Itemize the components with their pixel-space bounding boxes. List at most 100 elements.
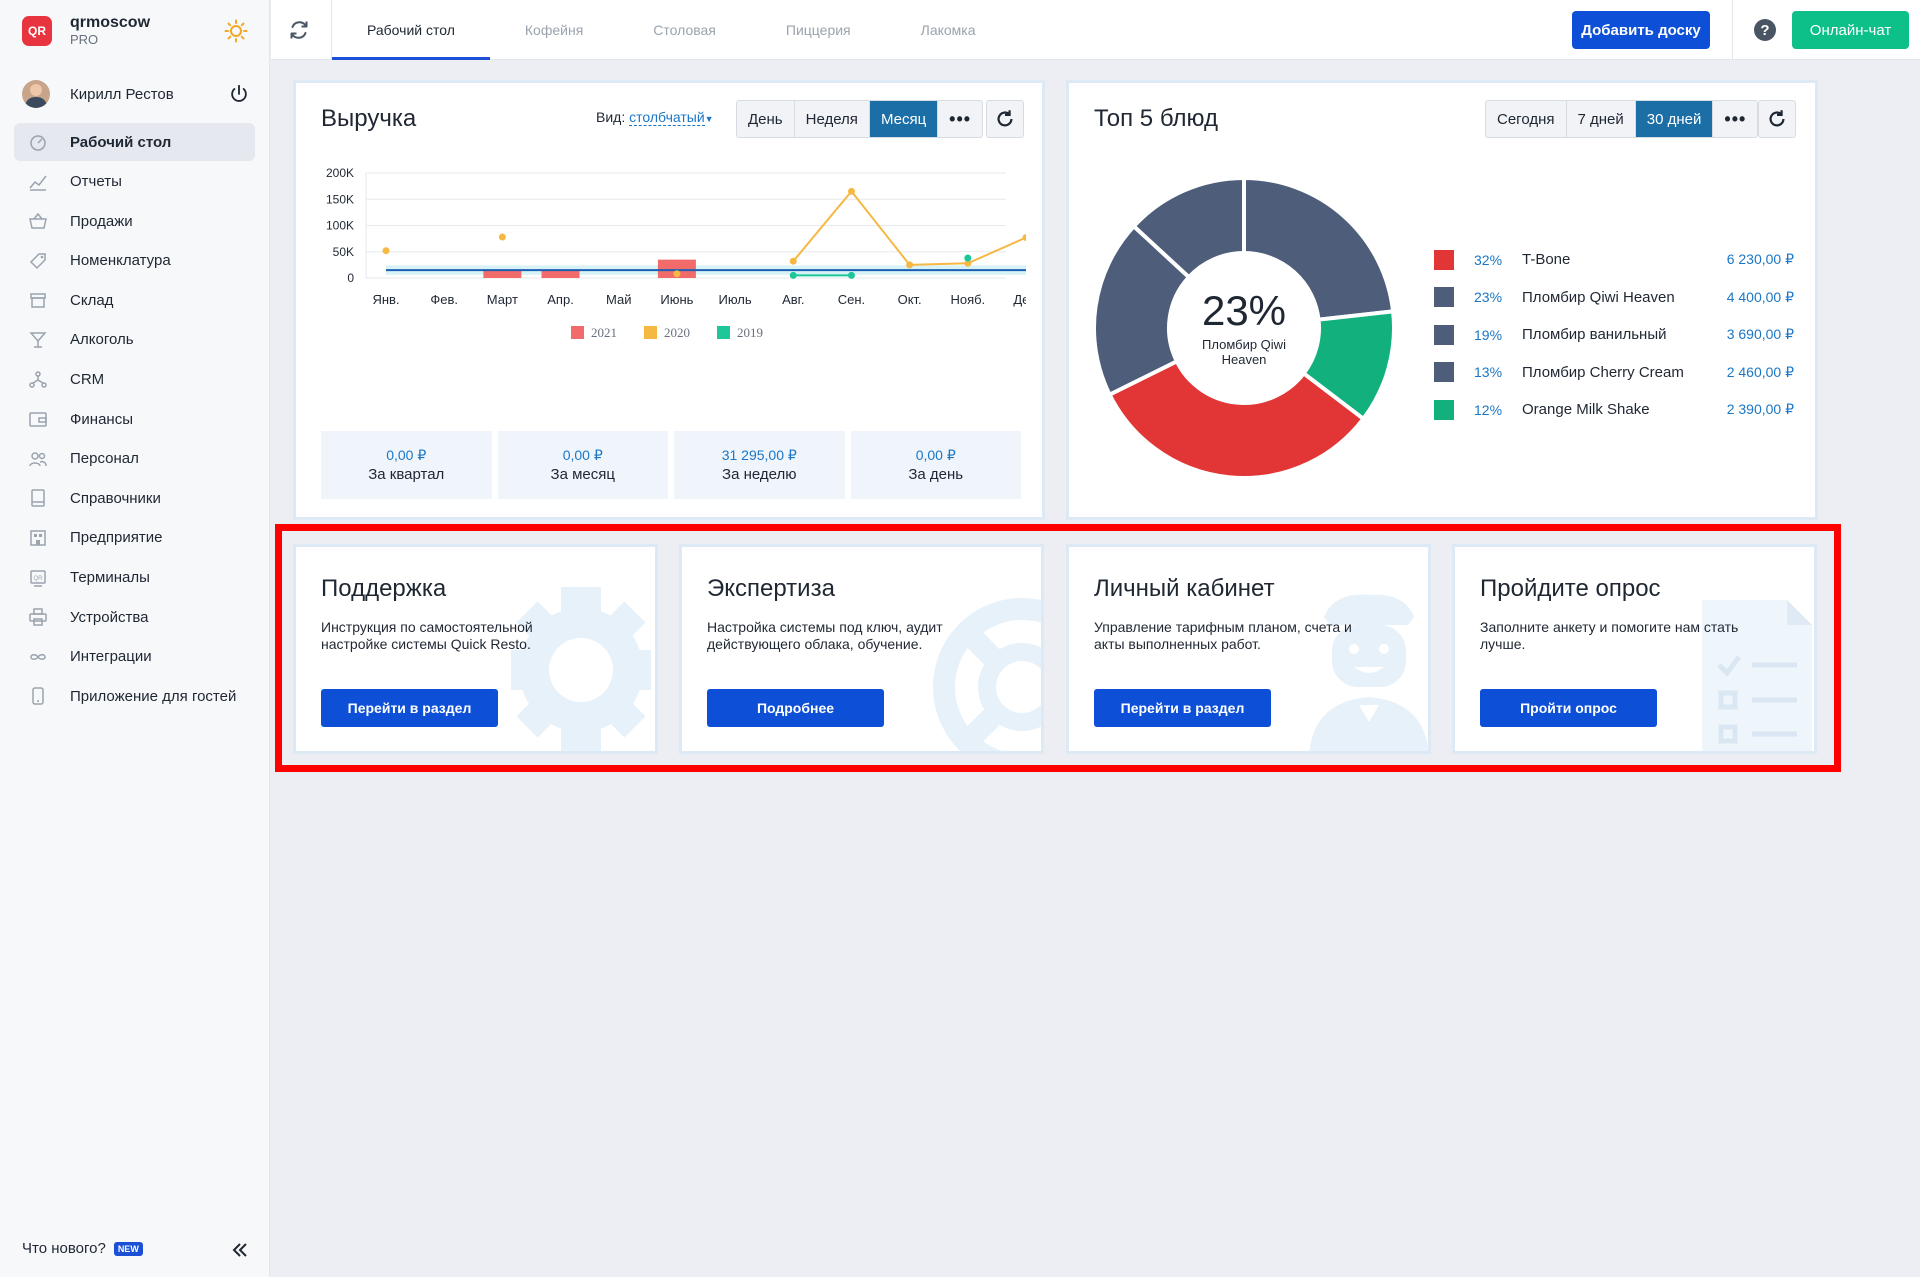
period-week[interactable]: Неделя [795,101,870,137]
top5-period-switch: Сегодня 7 дней 30 дней ••• [1485,100,1759,138]
sync-icon[interactable] [287,18,311,42]
sidebar-item-sales[interactable]: Продажи [14,202,255,240]
profile[interactable]: Кирилл Рестов [22,77,252,111]
sidebar-item-label: Рабочий стол [70,133,172,151]
survey-description: Заполните анкету и помогите нам стать лу… [1480,619,1739,652]
point-2019-8 [847,271,855,279]
legend-item[interactable]: 23% Пломбир Qiwi Heaven 4 400,00 ₽ [1434,279,1794,317]
sidebar-item-finance[interactable]: Финансы [14,400,255,438]
legend-name: Orange Milk Shake [1522,401,1650,419]
revenue-title: Выручка [321,105,417,132]
point-2020-2 [498,233,506,241]
legend-name: Пломбир ванильный [1522,326,1667,344]
x-tick-label: Дек. [1013,292,1026,307]
sidebar-item-crm[interactable]: CRM [14,361,255,399]
more-options-button[interactable]: ••• [1713,101,1757,137]
tab-lakomka[interactable]: Лакомка [886,0,1011,60]
tab-coffee[interactable]: Кофейня [490,0,618,60]
people-icon [29,452,47,466]
bar-2021-3 [541,270,580,278]
sidebar-item-label: Номенклатура [70,252,171,270]
legend-name: Пломбир Cherry Cream [1522,363,1684,381]
sidebar-item-reports[interactable]: Отчеты [14,163,255,201]
legend-swatch [1434,324,1454,345]
sidebar-item-integrations[interactable]: Интеграции [14,638,255,676]
legend-percent: 13% [1474,364,1503,381]
top5-refresh-button[interactable] [1758,100,1796,138]
revenue-refresh-button[interactable] [986,100,1024,138]
sidebar-item-guest-app[interactable]: Приложение для гостей [14,677,255,715]
sidebar-item-label: Склад [70,291,114,309]
legend-percent: 23% [1474,289,1503,306]
profile-name: Кирилл Рестов [70,85,174,103]
collapse-sidebar-icon[interactable] [230,1240,250,1260]
support-go-button[interactable]: Перейти в раздел [321,689,498,727]
lifebuoy-icon [933,598,1041,751]
sun-icon[interactable] [224,19,248,43]
account-description: Управление тарифным планом, счета и акты… [1094,619,1352,652]
point-2019-10 [964,254,972,262]
expertise-more-button[interactable]: Подробнее [707,689,884,727]
period-today[interactable]: Сегодня [1486,101,1567,137]
sidebar-item-alcohol[interactable]: Алкоголь [14,321,255,359]
period-month[interactable]: Месяц [869,101,939,137]
period-30-days[interactable]: 30 дней [1635,101,1714,137]
legend-percent: 12% [1474,401,1503,418]
point-2020-11 [1022,234,1026,242]
sidebar-item-warehouse[interactable]: Склад [14,281,255,319]
account-go-button[interactable]: Перейти в раздел [1094,689,1271,727]
legend-percent: 19% [1474,326,1503,343]
more-icon: ••• [949,108,972,129]
help-icon[interactable]: ? [1753,18,1777,42]
whats-new-link[interactable]: Что нового? NEW [22,1240,143,1257]
power-icon[interactable] [228,83,250,105]
divider [1732,0,1733,60]
tab-pizzeria[interactable]: Пиццерия [751,0,886,60]
brand[interactable]: QR qrmoscow PRO [22,14,150,47]
revenue-chart: 0 50K 100K 150K 200K Янв. Фев. Март Апр. Май Июнь И… [326,166,1026,340]
top5-legend: 32% T-Bone 6 230,00 ₽ 23% Пломбир Qiwi H… [1434,241,1794,429]
period-day[interactable]: День [737,101,795,137]
sidebar-item-nomenclature[interactable]: Номенклатура [14,242,255,280]
x-tick-label: Фев. [430,292,458,307]
sidebar-item-enterprise[interactable]: Предприятие [14,519,255,557]
legend-item[interactable]: 19% Пломбир ванильный 3 690,00 ₽ [1434,316,1794,354]
gear-icon [511,587,651,751]
expertise-title: Экспертиза [707,575,835,602]
brand-logo: QR [22,15,52,46]
sidebar-item-terminals[interactable]: QR Терминалы [14,559,255,597]
x-tick-label: Окт. [898,292,922,307]
sidebar-item-dashboard[interactable]: Рабочий стол [14,123,255,161]
point-2020-5 [673,270,681,278]
sidebar-item-label: Финансы [70,410,133,428]
tab-canteen[interactable]: Столовая [618,0,751,60]
more-icon: ••• [1724,108,1747,129]
sidebar-item-label: Продажи [70,212,133,230]
view-selector: Вид: столбчатый▼ [596,109,714,126]
online-chat-button[interactable]: Онлайн-чат [1792,11,1909,49]
survey-title: Пройдите опрос [1480,575,1661,602]
add-board-button[interactable]: Добавить доску [1572,11,1710,49]
more-options-button[interactable]: ••• [938,101,982,137]
legend-amount: 4 400,00 ₽ [1726,288,1794,305]
top5-donut-chart [1094,178,1394,478]
legend-swatch [1434,399,1454,420]
legend-item[interactable]: 12% Orange Milk Shake 2 390,00 ₽ [1434,391,1794,429]
refresh-icon [1769,110,1785,127]
legend-item[interactable]: 13% Пломбир Cherry Cream 2 460,00 ₽ [1434,354,1794,392]
sidebar-item-label: Алкоголь [70,331,134,349]
sidebar-item-directories[interactable]: Справочники [14,479,255,517]
legend-amount: 3 690,00 ₽ [1726,326,1794,343]
period-7-days[interactable]: 7 дней [1567,101,1636,137]
sidebar-item-label: Приложение для гостей [70,687,237,705]
survey-button[interactable]: Пройти опрос [1480,689,1657,727]
sidebar-item-devices[interactable]: Устройства [14,598,255,636]
view-type-dropdown[interactable]: столбчатый [629,109,705,126]
legend-swatch [1434,362,1454,383]
tab-dashboard[interactable]: Рабочий стол [332,0,490,60]
legend-item[interactable]: 32% T-Bone 6 230,00 ₽ [1434,241,1794,279]
donut-slice[interactable] [1242,178,1394,322]
sidebar-item-staff[interactable]: Персонал [14,440,255,478]
legend-swatch-2019 [717,326,730,339]
sidebar-item-label: Терминалы [70,569,150,587]
